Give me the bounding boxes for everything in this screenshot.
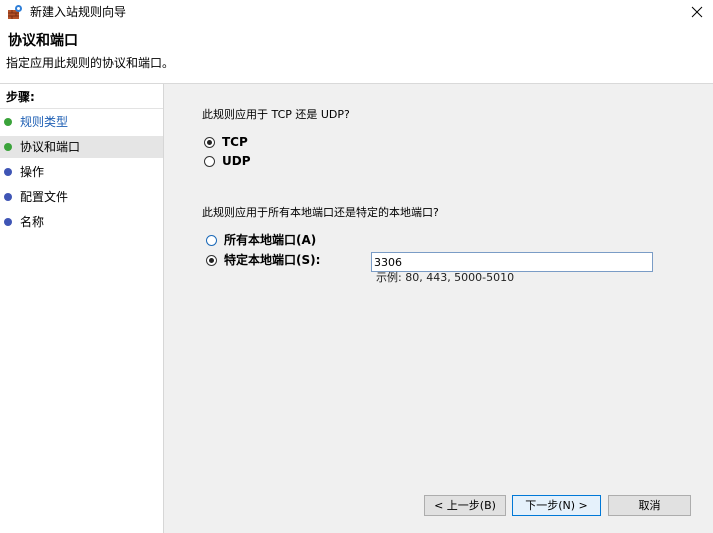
steps-panel: 步骤: 规则类型 协议和端口 操作 配置文件 名称 xyxy=(0,84,163,533)
close-button[interactable] xyxy=(680,0,713,24)
close-icon xyxy=(691,6,702,18)
step-pending-bullet-icon xyxy=(4,168,12,176)
step-label: 协议和端口 xyxy=(20,140,81,154)
radio-all-ports-label[interactable]: 所有本地端口(A) xyxy=(224,232,316,248)
steps-title: 步骤: xyxy=(6,90,35,104)
radio-udp[interactable]: UDP xyxy=(204,153,251,169)
step-label: 操作 xyxy=(20,165,45,179)
wizard-header: 协议和端口 指定应用此规则的协议和端口。 xyxy=(0,24,713,84)
page-subtitle: 指定应用此规则的协议和端口。 xyxy=(6,56,175,70)
firewall-icon xyxy=(8,5,22,19)
step-name: 名称 xyxy=(0,211,163,233)
steps-divider xyxy=(0,108,163,109)
step-action: 操作 xyxy=(0,161,163,183)
cancel-button[interactable]: 取消 xyxy=(608,495,691,516)
title-bar: 新建入站规则向导 xyxy=(0,0,713,24)
radio-tcp-label[interactable]: TCP xyxy=(222,134,248,150)
radio-tcp-indicator[interactable] xyxy=(204,136,215,148)
step-protocol-ports[interactable]: 协议和端口 xyxy=(0,136,163,158)
step-pending-bullet-icon xyxy=(4,193,12,201)
step-label: 配置文件 xyxy=(20,190,69,204)
next-button[interactable]: 下一步(N) > xyxy=(512,495,601,516)
radio-tcp[interactable]: TCP xyxy=(204,134,248,150)
protocol-question: 此规则应用于 TCP 还是 UDP? xyxy=(202,108,350,121)
radio-udp-indicator[interactable] xyxy=(204,155,215,167)
step-current-bullet-icon xyxy=(4,143,12,151)
back-button[interactable]: < 上一步(B) xyxy=(424,495,506,516)
radio-all-ports[interactable]: 所有本地端口(A) xyxy=(206,232,316,248)
step-profile: 配置文件 xyxy=(0,186,163,208)
step-pending-bullet-icon xyxy=(4,218,12,226)
radio-specific-ports[interactable]: 特定本地端口(S): xyxy=(206,252,320,268)
ports-example-hint: 示例: 80, 443, 5000-5010 xyxy=(376,271,515,284)
step-label: 名称 xyxy=(20,215,45,229)
radio-specific-ports-indicator[interactable] xyxy=(206,254,217,266)
step-rule-type[interactable]: 规则类型 xyxy=(0,111,163,133)
ports-question: 此规则应用于所有本地端口还是特定的本地端口? xyxy=(202,206,439,219)
page-title: 协议和端口 xyxy=(8,33,78,49)
radio-udp-label[interactable]: UDP xyxy=(222,153,251,169)
content-panel: 此规则应用于 TCP 还是 UDP? TCP UDP 此规则应用于所有本地端口还… xyxy=(164,84,713,533)
radio-all-ports-indicator[interactable] xyxy=(206,234,217,246)
specific-ports-input[interactable] xyxy=(371,252,653,272)
step-label: 规则类型 xyxy=(20,115,69,129)
step-complete-bullet-icon xyxy=(4,118,12,126)
window-title: 新建入站规则向导 xyxy=(30,5,127,19)
radio-specific-ports-label[interactable]: 特定本地端口(S): xyxy=(224,252,320,268)
